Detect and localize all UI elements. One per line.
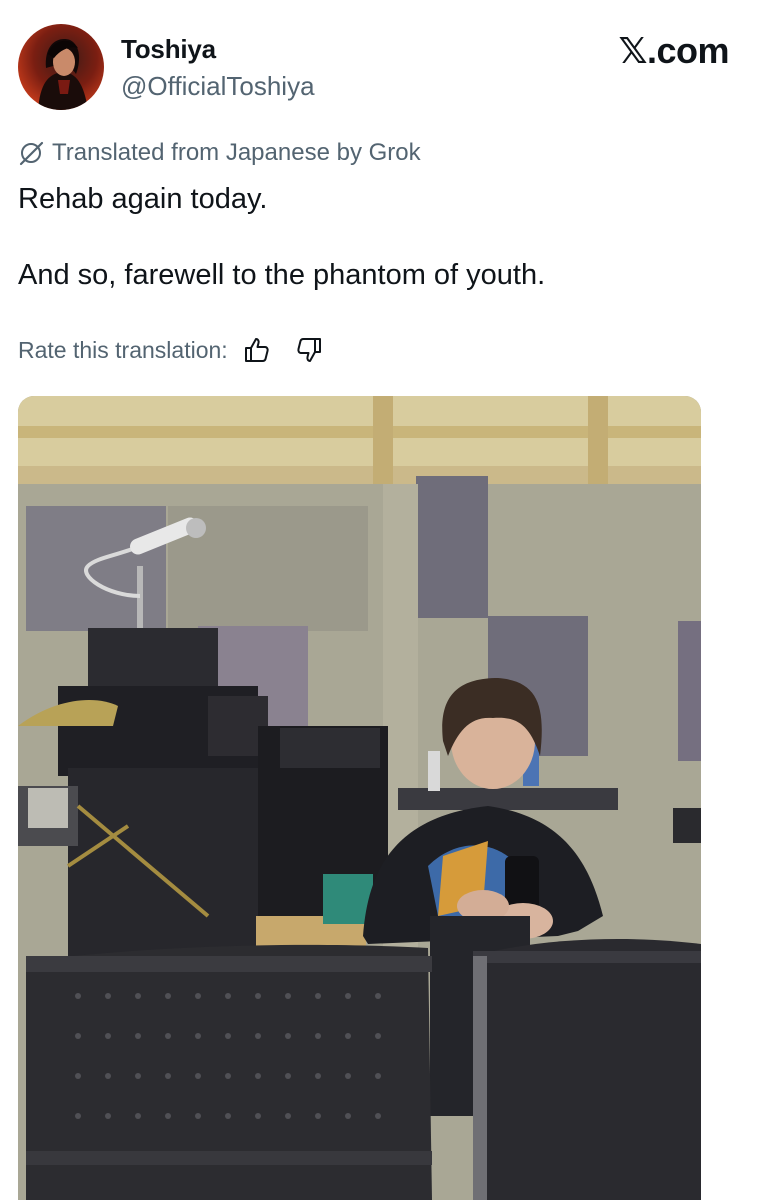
display-name[interactable]: Toshiya <box>121 34 216 65</box>
grok-icon <box>19 141 44 166</box>
rate-label: Rate this translation: <box>18 336 228 363</box>
rate-translation: Rate this translation: <box>18 335 324 365</box>
avatar-image <box>38 39 88 110</box>
thumbs-up-icon[interactable] <box>242 335 272 365</box>
x-brand-logo: 𝕏.com <box>618 30 729 71</box>
profile-avatar[interactable] <box>18 24 104 110</box>
translation-notice: Translated from Japanese by Grok <box>18 139 421 167</box>
translation-label: Translated from Japanese by Grok <box>52 139 421 166</box>
user-handle[interactable]: @OfficialToshiya <box>121 71 315 102</box>
thumbs-down-icon[interactable] <box>294 335 324 365</box>
tweet-photo[interactable] <box>18 396 701 1200</box>
rehearsal-studio-photo <box>18 396 701 1200</box>
tweet-text: Rehab again today. And so, farewell to t… <box>18 183 546 291</box>
